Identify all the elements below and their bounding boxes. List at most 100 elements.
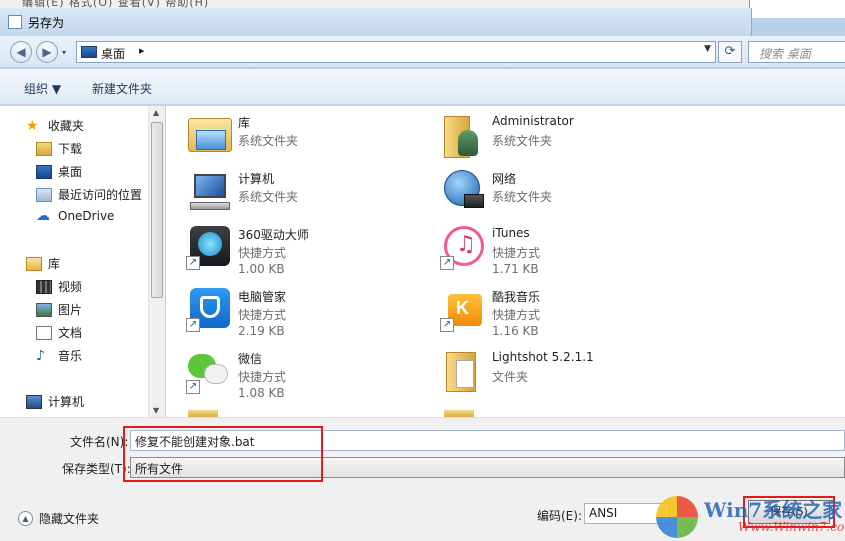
hide-folders-toggle[interactable]: ▲ 隐藏文件夹 [18, 510, 99, 527]
address-field[interactable]: 桌面 ▸ ▼ [76, 41, 716, 63]
file-name: Lightshot 5.2.1.1 [492, 350, 594, 364]
file-name: 库 [238, 116, 251, 130]
file-name: 电脑管家 [238, 290, 287, 304]
sidebar-item-pictures[interactable]: 图片 [36, 301, 82, 318]
command-bar: 组织 ▼ 新建文件夹 [0, 69, 845, 105]
save-form: 文件名(N): 修复不能创建对象.bat 保存类型(T): 所有文件 ▲ 隐藏文… [0, 417, 845, 541]
shortcut-arrow-icon: ↗ [186, 256, 200, 270]
title-bar: 另存为 [0, 8, 752, 36]
sidebar-item-favorites[interactable]: ★ 收藏夹 [26, 117, 84, 134]
chevron-up-icon[interactable]: ▲ [18, 511, 33, 526]
highlight-box [743, 496, 835, 528]
hide-folders-label: 隐藏文件夹 [39, 512, 100, 526]
sidebar-item-documents[interactable]: 文档 [36, 324, 82, 341]
refresh-icon[interactable]: ⟳ [718, 41, 742, 63]
search-placeholder: 搜索 桌面 [759, 47, 811, 61]
shortcut-arrow-icon: ↗ [186, 318, 200, 332]
sidebar-item-label: 最近访问的位置 [58, 188, 143, 202]
background-window: 编辑(E) 格式(O) 查看(V) 帮助(H) [0, 0, 845, 8]
sidebar-item-desktop[interactable]: 桌面 [36, 163, 82, 180]
list-item[interactable]: 库 系统文件夹 [166, 106, 406, 164]
sidebar-item-label: 库 [48, 257, 61, 271]
notepad-icon [8, 15, 22, 29]
download-folder-icon [36, 141, 52, 156]
breadcrumb-arrow-icon[interactable]: ▸ [139, 44, 145, 57]
sidebar-item-label: 计算机 [48, 395, 85, 409]
file-type: 快捷方式 [492, 246, 541, 260]
sidebar-item-label: 收藏夹 [48, 119, 85, 133]
list-item[interactable]: Lightshot 5.2.1.1 文件夹 [420, 342, 660, 400]
list-item[interactable]: 网络 系统文件夹 [420, 162, 660, 220]
sidebar-item-computer[interactable]: 计算机 [26, 393, 84, 410]
chevron-down-icon[interactable]: ▼ [704, 44, 711, 54]
scrollbar-thumb[interactable] [151, 122, 163, 298]
sidebar-item-label: 图片 [58, 303, 83, 317]
forward-arrow-icon[interactable]: ▶ [36, 41, 58, 63]
navigation-pane: ★ 收藏夹 下载 桌面 最近访问的位置 ☁ OneDrive 库 视频 图片 文… [0, 106, 148, 417]
sidebar-item-recent[interactable]: 最近访问的位置 [36, 186, 142, 203]
desktop-icon [81, 46, 97, 58]
organize-button[interactable]: 组织 ▼ [24, 80, 61, 97]
search-input[interactable]: 搜索 桌面 [748, 41, 845, 63]
sidebar-item-label: 桌面 [58, 165, 83, 179]
file-type: 快捷方式 [238, 246, 287, 260]
sidebar-item-videos[interactable]: 视频 [36, 278, 82, 295]
scroll-up-icon[interactable]: ▲ [153, 108, 159, 117]
encoding-select[interactable]: ANSI [584, 503, 670, 524]
scroll-down-icon[interactable]: ▼ [153, 406, 159, 415]
sidebar-item-downloads[interactable]: 下载 [36, 140, 82, 157]
history-dropdown-icon[interactable]: ▾ [62, 48, 70, 57]
cloud-icon: ☁ [36, 208, 50, 224]
sidebar-item-music[interactable]: ♪ 音乐 [36, 347, 82, 364]
video-icon [36, 279, 52, 294]
file-name: 网络 [492, 172, 517, 186]
itunes-icon: ♫ ↗ [440, 224, 488, 270]
pc-manager-icon: ↗ [186, 286, 234, 332]
pictures-icon [36, 302, 52, 317]
folder-icon [188, 410, 218, 417]
sidebar-item-label: 视频 [58, 280, 83, 294]
computer-icon [186, 168, 234, 214]
address-location[interactable]: 桌面 [101, 45, 125, 62]
sidebar-item-onedrive[interactable]: ☁ OneDrive [36, 209, 114, 223]
highlight-box [123, 426, 323, 482]
file-size: 1.00 KB [238, 262, 285, 276]
star-icon: ★ [26, 117, 39, 134]
file-size: 1.16 KB [492, 324, 539, 338]
file-type: 快捷方式 [238, 370, 287, 384]
sidebar-item-libraries[interactable]: 库 [26, 255, 60, 272]
window-title: 另存为 [28, 16, 65, 30]
file-list: 库 系统文件夹 Administrator 系统文件夹 计算机 系统文件夹 网络… [166, 106, 845, 417]
network-icon [440, 168, 488, 214]
file-name: 计算机 [238, 172, 275, 186]
folder-icon [440, 348, 488, 394]
sidebar-item-label: 下载 [58, 142, 83, 156]
list-item[interactable]: ↗ 360驱动大师 快捷方式 1.00 KB [166, 218, 406, 276]
list-item[interactable]: ♫ ↗ iTunes 快捷方式 1.71 KB [420, 218, 660, 276]
address-bar: ◀ ▶ ▾ 桌面 ▸ ▼ ⟳ 搜索 桌面 [0, 36, 845, 68]
file-size: 1.71 KB [492, 262, 539, 276]
list-item[interactable]: ↗ 电脑管家 快捷方式 2.19 KB [166, 280, 406, 338]
sidebar-item-label: OneDrive [58, 209, 115, 223]
file-name: Administrator [492, 114, 574, 128]
user-folder-icon [440, 112, 488, 158]
list-item[interactable]: ↗ 微信 快捷方式 1.08 KB [166, 342, 406, 400]
list-item[interactable]: Administrator 系统文件夹 [420, 106, 660, 164]
file-size: 2.19 KB [238, 324, 285, 338]
file-name: iTunes [492, 226, 530, 240]
file-type: 系统文件夹 [238, 190, 299, 204]
computer-icon [26, 394, 42, 409]
shortcut-arrow-icon: ↗ [186, 380, 200, 394]
kuwo-music-icon: K ↗ [440, 286, 488, 332]
new-folder-button[interactable]: 新建文件夹 [92, 80, 152, 97]
list-item[interactable]: 计算机 系统文件夹 [166, 162, 406, 220]
folder-icon [444, 410, 474, 417]
documents-icon [36, 325, 52, 340]
sidebar-scrollbar[interactable]: ▲ ▼ [148, 106, 165, 417]
file-type: 快捷方式 [238, 308, 287, 322]
file-type: 系统文件夹 [492, 190, 553, 204]
file-name: 酷我音乐 [492, 290, 541, 304]
back-arrow-icon[interactable]: ◀ [10, 41, 32, 63]
file-name: 360驱动大师 [238, 228, 309, 242]
list-item[interactable]: K ↗ 酷我音乐 快捷方式 1.16 KB [420, 280, 660, 338]
